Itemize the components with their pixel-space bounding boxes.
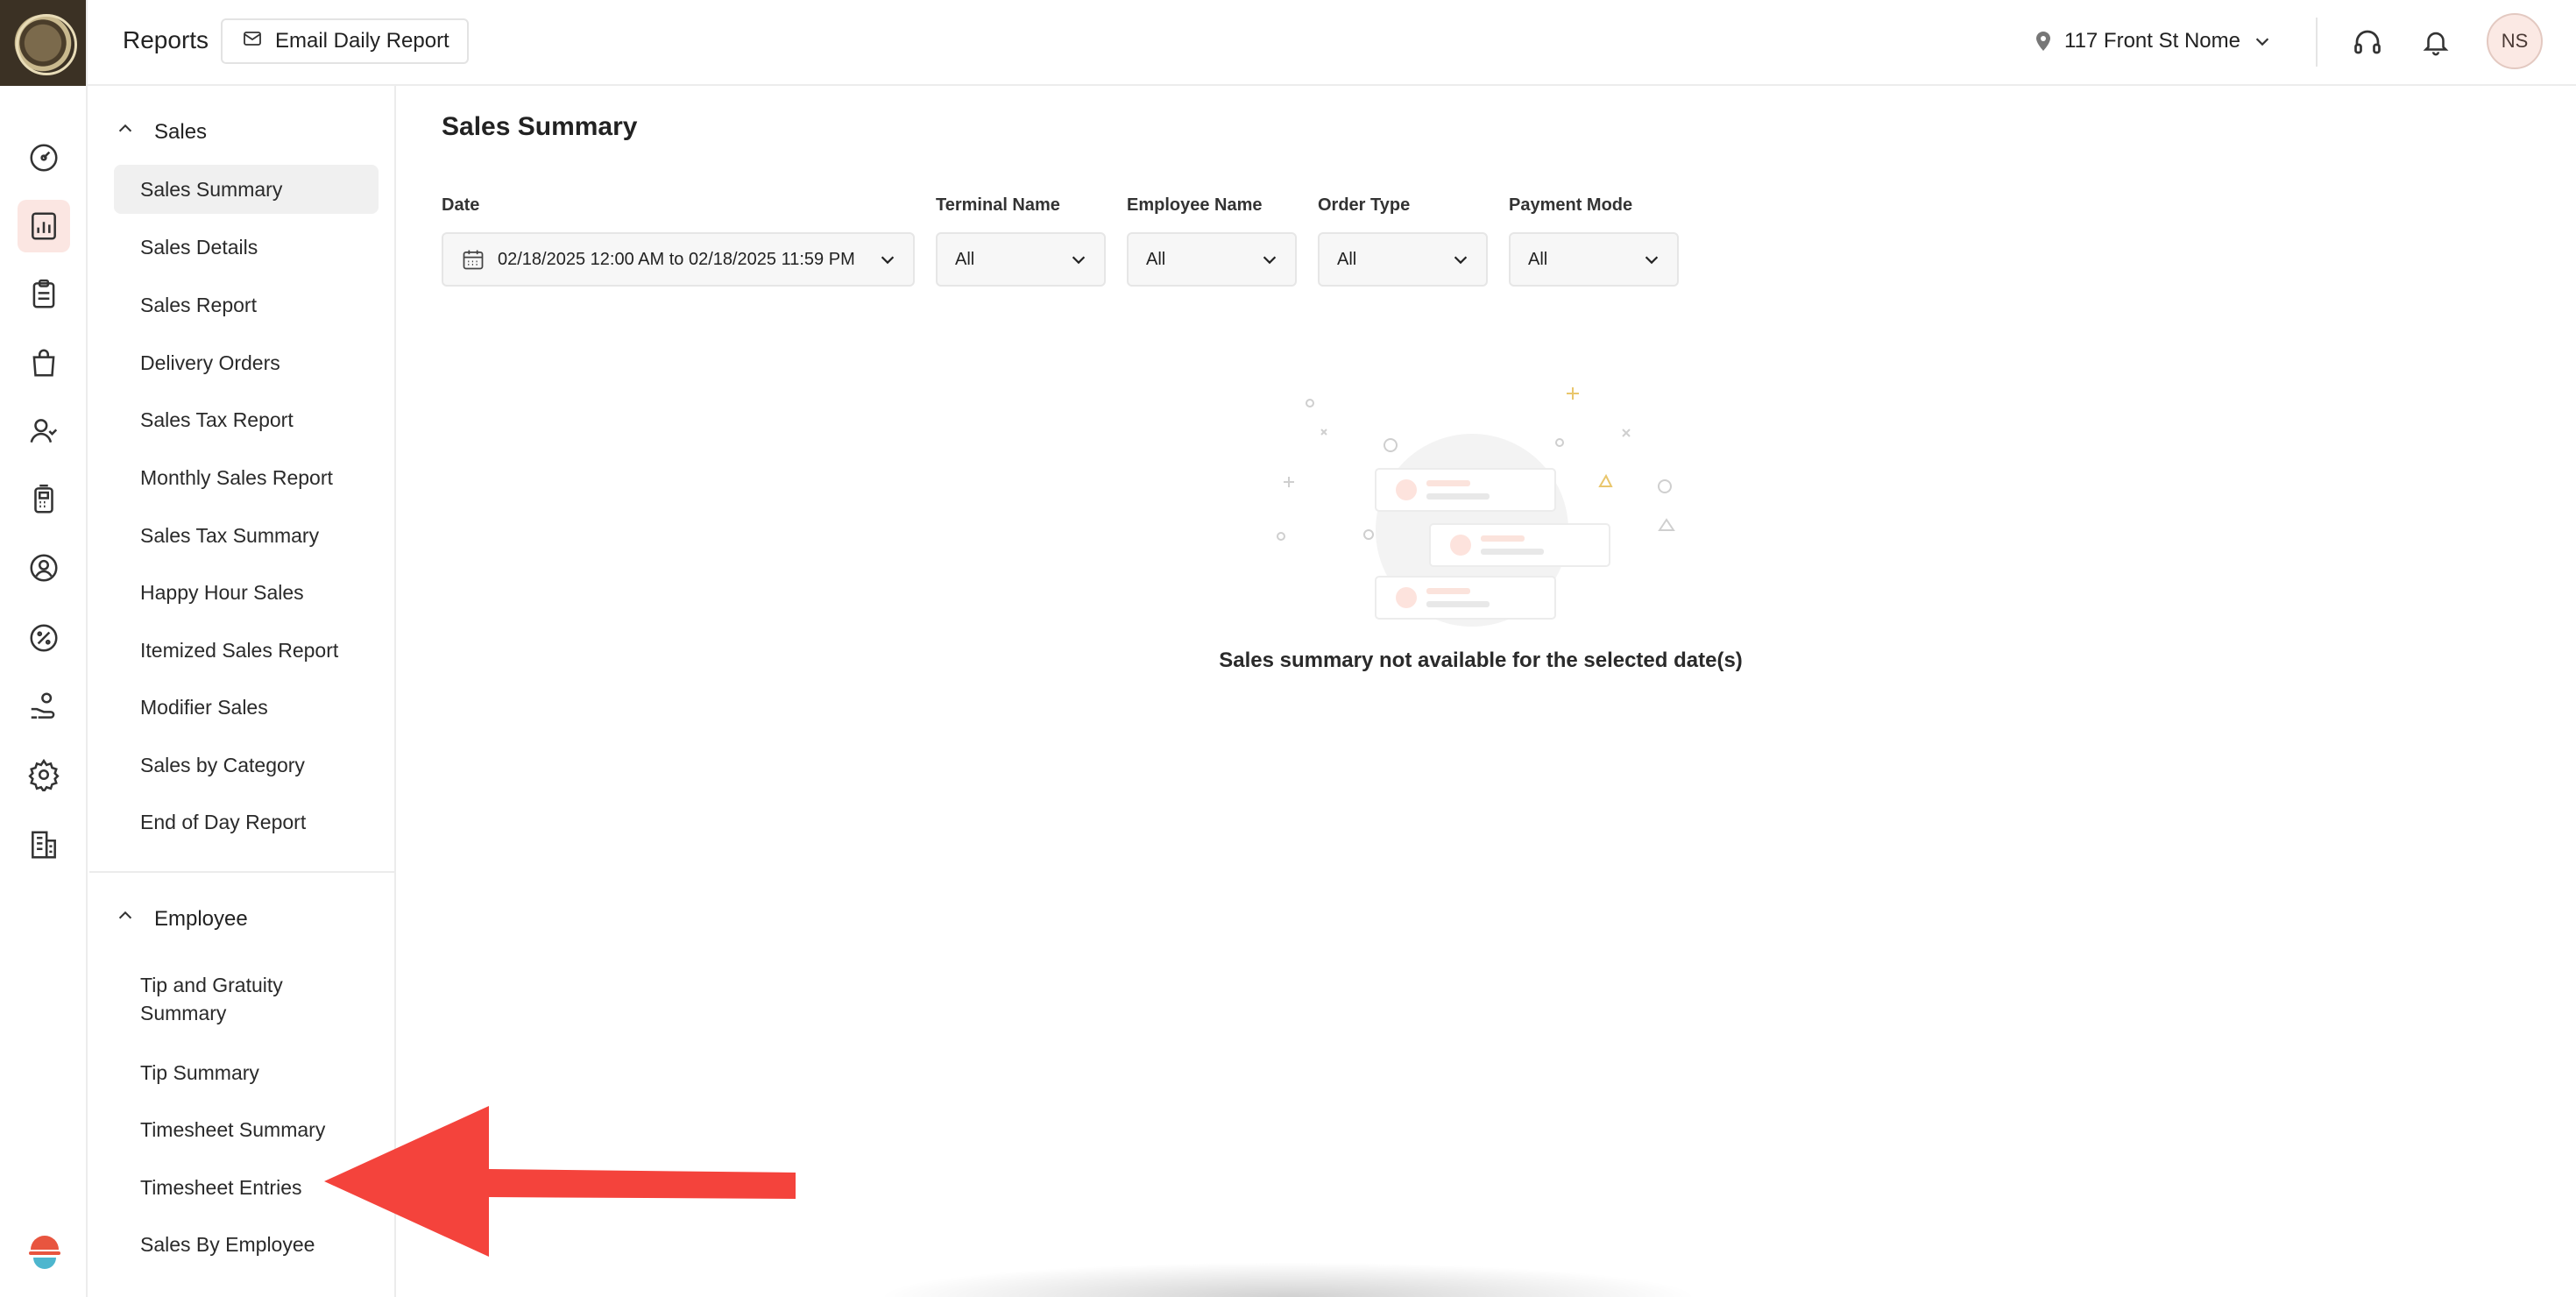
customers-icon[interactable] bbox=[18, 405, 70, 457]
chevron-down-icon bbox=[881, 256, 895, 265]
nav-monthly-sales-report[interactable]: Monthly Sales Report bbox=[114, 453, 379, 502]
payment-mode-select[interactable]: All bbox=[1509, 232, 1679, 287]
user-icon[interactable] bbox=[18, 542, 70, 594]
bottom-shadow bbox=[876, 1262, 1700, 1297]
nav-sales-by-category[interactable]: Sales by Category bbox=[114, 741, 379, 790]
employee-name-select[interactable]: All bbox=[1127, 232, 1297, 287]
email-daily-report-label: Email Daily Report bbox=[275, 29, 449, 53]
notification-bell-icon[interactable] bbox=[2415, 21, 2457, 63]
mail-icon bbox=[242, 28, 263, 55]
red-arrow-annotation bbox=[324, 1106, 796, 1257]
chevron-down-icon bbox=[1072, 256, 1086, 265]
support-headset-icon[interactable] bbox=[2346, 21, 2388, 63]
chevron-down-icon bbox=[1263, 256, 1277, 265]
nav-tip-summary[interactable]: Tip Summary bbox=[114, 1048, 379, 1097]
terminal-icon[interactable] bbox=[18, 473, 70, 526]
nav-modifier-sales[interactable]: Modifier Sales bbox=[114, 683, 379, 732]
location-selector[interactable]: 117 Front St Nome bbox=[2035, 23, 2272, 60]
payment-mode-filter-label: Payment Mode bbox=[1509, 195, 1633, 215]
shopping-bag-icon[interactable] bbox=[18, 337, 70, 389]
payroll-icon[interactable] bbox=[18, 680, 70, 733]
calendar-icon bbox=[463, 250, 484, 270]
order-type-select[interactable]: All bbox=[1318, 232, 1488, 287]
map-pin-icon bbox=[2035, 31, 2052, 52]
empty-state-illustration bbox=[1277, 387, 1675, 627]
page-title: Sales Summary bbox=[442, 112, 638, 141]
employee-name-value: All bbox=[1146, 249, 1166, 269]
nav-sales-details[interactable]: Sales Details bbox=[114, 223, 379, 272]
top-bar: Reports Email Daily Report 117 Front St … bbox=[0, 0, 2576, 86]
date-range-picker[interactable]: 02/18/2025 12:00 AM to 02/18/2025 11:59 … bbox=[442, 232, 915, 287]
nav-itemized-sales-report[interactable]: Itemized Sales Report bbox=[114, 626, 379, 675]
date-filter-label: Date bbox=[442, 195, 480, 215]
chevron-down-icon bbox=[2253, 32, 2272, 51]
chevron-up-icon bbox=[116, 119, 135, 145]
dashboard-icon[interactable] bbox=[18, 131, 70, 184]
settings-icon[interactable] bbox=[18, 748, 70, 801]
chevron-up-icon bbox=[116, 906, 135, 932]
chevron-down-icon bbox=[1454, 256, 1468, 265]
nav-delivery-orders[interactable]: Delivery Orders bbox=[114, 338, 379, 387]
empty-state-message: Sales summary not available for the sele… bbox=[1219, 648, 1743, 672]
email-daily-report-button[interactable]: Email Daily Report bbox=[221, 18, 469, 64]
terminal-name-select[interactable]: All bbox=[936, 232, 1106, 287]
chevron-down-icon bbox=[1645, 256, 1659, 265]
nav-end-of-day-report[interactable]: End of Day Report bbox=[114, 797, 379, 847]
brand-mark-icon bbox=[29, 1236, 60, 1269]
user-avatar[interactable]: NS bbox=[2487, 13, 2543, 69]
order-type-value: All bbox=[1337, 249, 1357, 269]
brand-logo[interactable] bbox=[0, 0, 88, 86]
sales-section-heading: Sales bbox=[154, 119, 208, 144]
header-divider bbox=[2316, 18, 2318, 67]
nav-happy-hour-sales[interactable]: Happy Hour Sales bbox=[114, 568, 379, 617]
nav-sales-tax-summary[interactable]: Sales Tax Summary bbox=[114, 511, 379, 560]
nav-sales-summary[interactable]: Sales Summary bbox=[114, 165, 379, 214]
nav-sales-tax-report[interactable]: Sales Tax Report bbox=[114, 395, 379, 444]
discount-icon[interactable] bbox=[18, 612, 70, 664]
employee-section-toggle[interactable]: Employee bbox=[116, 906, 248, 932]
business-icon[interactable] bbox=[18, 819, 70, 871]
order-type-filter-label: Order Type bbox=[1318, 195, 1411, 215]
orders-icon[interactable] bbox=[18, 268, 70, 321]
reports-icon[interactable] bbox=[18, 200, 70, 252]
nav-sales-report[interactable]: Sales Report bbox=[114, 280, 379, 330]
date-range-value: 02/18/2025 12:00 AM to 02/18/2025 11:59 … bbox=[498, 249, 855, 269]
icon-rail bbox=[0, 86, 88, 1297]
nav-tip-and-gratuity-summary[interactable]: Tip and Gratuity Summary bbox=[114, 960, 342, 1038]
payment-mode-value: All bbox=[1528, 249, 1548, 269]
terminal-name-value: All bbox=[955, 249, 975, 269]
employee-filter-label: Employee Name bbox=[1127, 195, 1263, 215]
sales-section-toggle[interactable]: Sales bbox=[116, 119, 207, 145]
section-divider bbox=[89, 871, 394, 873]
location-label: 117 Front St Nome bbox=[2064, 29, 2240, 53]
employee-section-heading: Employee bbox=[154, 906, 248, 931]
terminal-filter-label: Terminal Name bbox=[936, 195, 1060, 215]
page-header-title: Reports bbox=[123, 26, 209, 53]
